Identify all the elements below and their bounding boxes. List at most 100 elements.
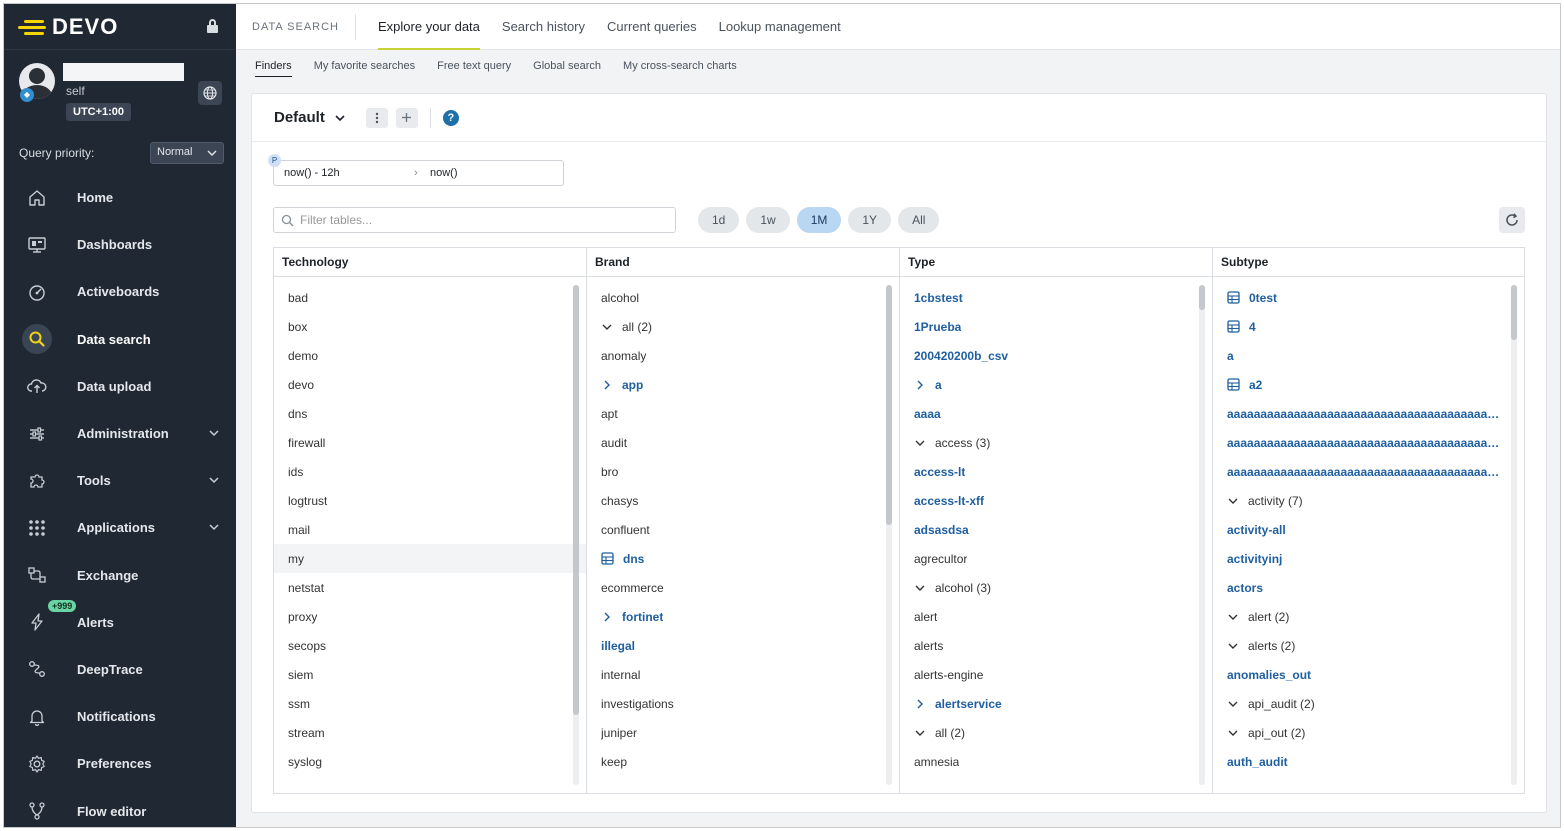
list-item[interactable]: auth_audit [1213, 747, 1524, 776]
logo[interactable]: DEVO [4, 4, 236, 50]
help-icon[interactable]: ? [442, 109, 459, 126]
list-item[interactable]: anomalies_out [1213, 660, 1524, 689]
subtab-free-text-query[interactable]: Free text query [437, 50, 511, 80]
list-item[interactable]: aaaaaaaaaaaaaaaaaaaaaaaaaaaaaaaaaaaaaaaa… [1213, 428, 1524, 457]
list-item[interactable]: access (3) [900, 428, 1212, 457]
list-item[interactable]: demo [274, 341, 586, 370]
list-item[interactable]: alert (2) [1213, 602, 1524, 631]
chevron-down-icon[interactable] [601, 321, 615, 333]
list-item[interactable]: activityinj [1213, 544, 1524, 573]
list-item[interactable]: my [274, 544, 586, 573]
tab-search-history[interactable]: Search history [502, 4, 585, 50]
globe-button[interactable] [198, 81, 222, 105]
list-item[interactable]: app [587, 370, 899, 399]
scrollbar[interactable] [1511, 285, 1517, 785]
list-item[interactable]: netstat [274, 573, 586, 602]
period-1m[interactable]: 1M [796, 207, 842, 233]
nav-item-dashboards[interactable]: Dashboards [4, 221, 236, 268]
chevron-down-icon[interactable] [914, 582, 928, 594]
chevron-down-icon[interactable] [1227, 727, 1241, 739]
more-options-button[interactable] [365, 107, 388, 128]
chevron-down-icon[interactable] [914, 727, 928, 739]
lock-icon[interactable] [207, 19, 218, 33]
list-item[interactable]: bro [587, 457, 899, 486]
period-1d[interactable]: 1d [698, 207, 740, 233]
filter-tables-input[interactable]: Filter tables... [273, 207, 676, 233]
nav-item-home[interactable]: Home [4, 174, 236, 221]
list-item[interactable]: 200420200b_csv [900, 341, 1212, 370]
list-item[interactable]: audit [587, 428, 899, 457]
list-item[interactable]: logtrust [274, 486, 586, 515]
scrollbar-thumb[interactable] [573, 285, 579, 715]
chevron-right-icon[interactable] [914, 698, 928, 710]
nav-item-tools[interactable]: Tools [4, 457, 236, 504]
list-item[interactable]: access-lt-xff [900, 486, 1212, 515]
chevron-down-icon[interactable] [914, 437, 928, 449]
list-item[interactable]: aaaaaaaaaaaaaaaaaaaaaaaaaaaaaaaaaaaaaaaa… [1213, 399, 1524, 428]
list-item[interactable]: syslog [274, 747, 586, 776]
chevron-right-icon[interactable] [601, 611, 615, 623]
chevron-right-icon[interactable] [601, 379, 615, 391]
finder-title[interactable]: Default [274, 109, 325, 126]
range-from[interactable]: now() - 12h [274, 167, 414, 179]
list-item[interactable]: all (2) [900, 718, 1212, 747]
list-item[interactable]: confluent [587, 515, 899, 544]
list-item[interactable]: a [900, 370, 1212, 399]
list-item[interactable]: chasys [587, 486, 899, 515]
list-item[interactable]: alertservice [900, 689, 1212, 718]
list-item[interactable]: stream [274, 718, 586, 747]
list-item[interactable]: devo [274, 370, 586, 399]
list-item[interactable]: box [274, 312, 586, 341]
nav-item-preferences[interactable]: Preferences [4, 740, 236, 787]
list-item[interactable]: all (2) [587, 312, 899, 341]
chevron-down-icon[interactable] [334, 112, 346, 124]
subtab-finders[interactable]: Finders [255, 50, 292, 80]
list-item[interactable]: ssm [274, 689, 586, 718]
scrollbar-thumb[interactable] [886, 285, 892, 525]
list-item[interactable]: bad [274, 283, 586, 312]
list-item[interactable]: aaaaaaaaaaaaaaaaaaaaaaaaaaaaaaaaaaaaaaaa… [1213, 457, 1524, 486]
nav-item-deeptrace[interactable]: DeepTrace [4, 646, 236, 693]
chevron-down-icon[interactable] [1227, 640, 1241, 652]
list-item[interactable]: access-lt [900, 457, 1212, 486]
query-priority-select[interactable]: Normal [150, 142, 224, 164]
list-item[interactable]: 1Prueba [900, 312, 1212, 341]
nav-item-applications[interactable]: Applications [4, 504, 236, 551]
nav-item-alerts[interactable]: +999 Alerts [4, 599, 236, 646]
period-all[interactable]: All [898, 207, 940, 233]
range-to[interactable]: now() [430, 167, 458, 179]
nav-item-administration[interactable]: Administration [4, 410, 236, 457]
tab-current-queries[interactable]: Current queries [607, 4, 697, 50]
list-item[interactable]: 4 [1213, 312, 1524, 341]
list-item[interactable]: secops [274, 631, 586, 660]
scrollbar[interactable] [886, 285, 892, 785]
list-item[interactable]: alcohol [587, 283, 899, 312]
nav-item-activeboards[interactable]: Activeboards [4, 268, 236, 315]
list-item[interactable]: 1cbstest [900, 283, 1212, 312]
list-item[interactable]: illegal [587, 631, 899, 660]
nav-item-notifications[interactable]: Notifications [4, 693, 236, 740]
list-item[interactable]: anomaly [587, 341, 899, 370]
period-1y[interactable]: 1Y [848, 207, 892, 233]
list-item[interactable]: internal [587, 660, 899, 689]
list-item[interactable]: fortinet [587, 602, 899, 631]
chevron-right-icon[interactable] [914, 379, 928, 391]
list-item[interactable]: aaaa [900, 399, 1212, 428]
list-item[interactable]: amnesia [900, 747, 1212, 776]
list-item[interactable]: alerts (2) [1213, 631, 1524, 660]
tab-lookup-management[interactable]: Lookup management [719, 4, 841, 50]
list-item[interactable]: alerts-engine [900, 660, 1212, 689]
list-item[interactable]: firewall [274, 428, 586, 457]
list-item[interactable]: siem [274, 660, 586, 689]
time-range-picker[interactable]: P now() - 12h › now() [268, 154, 564, 186]
list-item[interactable]: activity (7) [1213, 486, 1524, 515]
add-button[interactable] [395, 107, 418, 128]
list-item[interactable]: a [1213, 341, 1524, 370]
scrollbar-thumb[interactable] [1511, 285, 1517, 340]
tab-explore-your-data[interactable]: Explore your data [378, 4, 480, 50]
list-item[interactable]: alcohol (3) [900, 573, 1212, 602]
list-item[interactable]: agrecultor [900, 544, 1212, 573]
list-item[interactable]: ids [274, 457, 586, 486]
list-item[interactable]: dns [274, 399, 586, 428]
subtab-favorite-searches[interactable]: My favorite searches [314, 50, 415, 80]
